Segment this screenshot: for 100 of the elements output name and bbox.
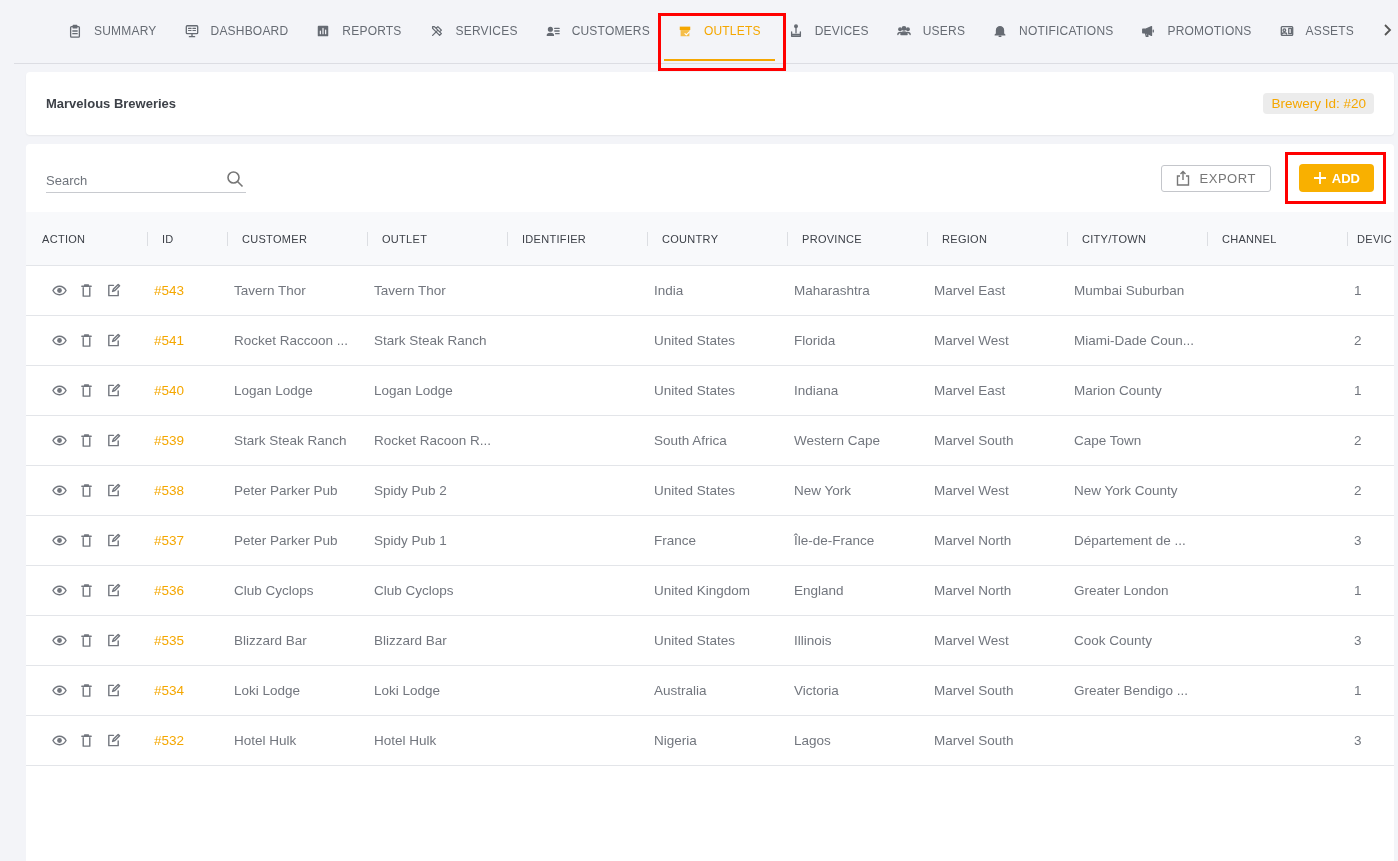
edit-icon[interactable] [106, 583, 121, 598]
edit-icon[interactable] [106, 633, 121, 648]
table-cell-text: Blizzard Bar [373, 633, 447, 648]
nav-tab[interactable]: DASHBOARD [170, 0, 303, 63]
nav-tab[interactable]: OUTLETS [663, 0, 775, 63]
outlet-id-link[interactable]: #534 [147, 683, 185, 698]
table-cell-text: Marvel West [933, 483, 1009, 498]
trash-icon[interactable] [79, 533, 94, 548]
table-cell-text: England [793, 583, 844, 598]
table-cell-text: Hotel Hulk [373, 733, 437, 748]
table-cell-text: Florida [793, 333, 836, 348]
outlet-id-link[interactable]: #538 [147, 483, 185, 498]
trash-icon[interactable] [79, 383, 94, 398]
eye-icon[interactable] [52, 733, 67, 748]
monitor-icon [184, 23, 199, 38]
nav-tab[interactable]: USERS [882, 0, 980, 63]
table-cell-text: Tavern Thor [233, 283, 306, 298]
eye-icon[interactable] [52, 633, 67, 648]
outlet-id-link[interactable]: #535 [147, 633, 185, 648]
table-cell-text: United States [653, 333, 736, 348]
eye-icon[interactable] [52, 433, 67, 448]
table-cell-text: France [653, 533, 697, 548]
table-cell-text: Marvel West [933, 633, 1009, 648]
table-cell-text: Mumbai Suburban [1073, 283, 1185, 298]
outlet-id-link[interactable]: #541 [147, 333, 185, 348]
trash-icon[interactable] [79, 483, 94, 498]
add-button[interactable]: ADD [1298, 164, 1374, 192]
nav-tab[interactable]: DEVICES [774, 0, 883, 63]
plus-icon [1312, 171, 1327, 185]
table-cell-text: Marvel East [933, 383, 1006, 398]
eye-icon[interactable] [52, 583, 67, 598]
table-cell-text: New York County [1073, 483, 1178, 498]
trash-icon[interactable] [79, 633, 94, 648]
eye-icon[interactable] [52, 483, 67, 498]
table-cell-text: Loki Lodge [373, 683, 441, 698]
table-cell-text: 3 [1353, 733, 1362, 748]
search-field[interactable]: Search [46, 167, 246, 193]
table-cell-text: Marion County [1073, 383, 1162, 398]
table-cell-text: 2 [1353, 333, 1362, 348]
nav-tab[interactable]: SERVICES [415, 0, 532, 63]
eye-icon[interactable] [52, 383, 67, 398]
table-cell-text: 2 [1353, 433, 1362, 448]
trash-icon[interactable] [79, 433, 94, 448]
trash-icon[interactable] [79, 683, 94, 698]
table-cell-text: Rocket Racoon R... [373, 433, 492, 448]
table-cell-text: Stark Steak Ranch [233, 433, 347, 448]
edit-icon[interactable] [106, 333, 121, 348]
export-button[interactable]: EXPORT [1160, 164, 1271, 192]
trash-icon[interactable] [79, 283, 94, 298]
outlet-id-link[interactable]: #540 [147, 383, 185, 398]
table-cell-text: Club Cyclops [233, 583, 314, 598]
trash-icon[interactable] [79, 583, 94, 598]
share-icon [1175, 170, 1190, 186]
outlet-id-link[interactable]: #537 [147, 533, 185, 548]
column-header: REGION [941, 232, 988, 245]
table-cell-text: 1 [1353, 383, 1362, 398]
outlet-id-link[interactable]: #543 [147, 283, 185, 298]
column-header: CHANNEL [1221, 232, 1277, 245]
trash-icon[interactable] [79, 333, 94, 348]
edit-icon[interactable] [106, 733, 121, 748]
table-cell-text: Marvel East [933, 283, 1006, 298]
table-cell-text: Cape Town [1073, 433, 1142, 448]
eye-icon[interactable] [52, 283, 67, 298]
column-header: ID [161, 232, 174, 245]
column-header: CITY/TOWN [1081, 232, 1147, 245]
edit-icon[interactable] [106, 483, 121, 498]
table-cell-text: Western Cape [793, 433, 881, 448]
outlet-id-link[interactable]: #532 [147, 733, 185, 748]
eye-icon[interactable] [52, 333, 67, 348]
edit-icon[interactable] [106, 683, 121, 698]
table-cell-text: Loki Lodge [233, 683, 301, 698]
edit-icon[interactable] [106, 283, 121, 298]
table-cell-text: Club Cyclops [373, 583, 454, 598]
trash-icon[interactable] [79, 733, 94, 748]
clipboard-icon [68, 23, 82, 38]
search-icon [226, 170, 244, 188]
column-header: PROVINCE [801, 232, 862, 245]
outlet-id-link[interactable]: #536 [147, 583, 185, 598]
table-cell-text: Marvel West [933, 333, 1009, 348]
nav-tab[interactable]: PROMOTIONS [1127, 0, 1266, 63]
nav-tab[interactable]: CUSTOMERS [531, 0, 664, 63]
edit-icon[interactable] [106, 433, 121, 448]
nav-tab[interactable]: ASSETS [1265, 0, 1369, 63]
table-cell-text: Australia [653, 683, 707, 698]
table-cell-text: Cook County [1073, 633, 1153, 648]
eye-icon[interactable] [52, 533, 67, 548]
table-cell-text: Rocket Raccoon ... [233, 333, 349, 348]
table-cell-text: Département de ... [1073, 533, 1186, 548]
table-cell-text: 1 [1353, 583, 1362, 598]
table-cell-text: Maharashtra [793, 283, 870, 298]
edit-icon[interactable] [106, 383, 121, 398]
eye-icon[interactable] [52, 683, 67, 698]
table-cell-text: Lagos [793, 733, 831, 748]
table-cell-text: Greater Bendigo ... [1073, 683, 1189, 698]
outlet-id-link[interactable]: #539 [147, 433, 185, 448]
brewery-id-badge: Brewery Id: #20 [1263, 93, 1374, 114]
nav-tab[interactable]: SUMMARY [54, 0, 171, 63]
edit-icon[interactable] [106, 533, 121, 548]
nav-tab[interactable]: NOTIFICATIONS [979, 0, 1128, 63]
nav-tab[interactable]: REPORTS [302, 0, 416, 63]
